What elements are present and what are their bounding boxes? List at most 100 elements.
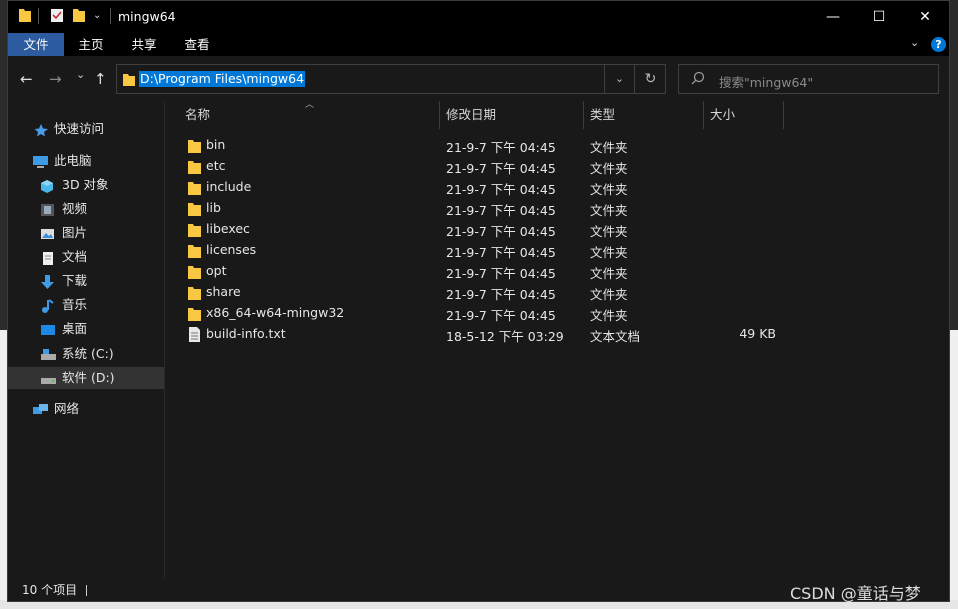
navigation-pane: 快速访问 此电脑 3D 对象 视频 图片 文档 下载 音乐 桌面 系统 (C:)… xyxy=(8,101,164,579)
sidebar-item-label: 音乐 xyxy=(62,297,88,312)
ribbon-tabs: 文件 主页 共享 查看 ⌄ ? xyxy=(8,33,949,56)
address-dropdown-icon[interactable]: ⌄ xyxy=(604,65,634,93)
sidebar-item-desktop[interactable]: 桌面 xyxy=(8,318,164,340)
video-icon xyxy=(40,202,55,216)
sidebar-item-music[interactable]: 音乐 xyxy=(8,294,164,316)
explorer-window: ⌄ mingw64 — ☐ ✕ 文件 主页 共享 查看 ⌄ ? ← → ⌄ ↑ … xyxy=(7,0,950,602)
folder-icon xyxy=(188,264,201,279)
sidebar-item-pictures[interactable]: 图片 xyxy=(8,222,164,244)
sidebar-item-drive-c[interactable]: 系统 (C:) xyxy=(8,343,164,365)
sidebar-item-drive-d[interactable]: 软件 (D:) xyxy=(8,367,164,389)
table-row[interactable]: share 21-9-7 下午 04:45 文件夹 xyxy=(184,282,784,303)
toolbar-divider xyxy=(38,8,39,24)
properties-icon[interactable] xyxy=(50,7,64,27)
folder-icon xyxy=(188,201,201,216)
column-header-size[interactable]: 大小 xyxy=(710,101,783,129)
sidebar-item-documents[interactable]: 文档 xyxy=(8,246,164,268)
up-icon[interactable]: ↑ xyxy=(94,70,107,88)
drive-icon xyxy=(40,371,56,385)
computer-icon xyxy=(32,154,48,168)
sidebar-item-label: 此电脑 xyxy=(54,153,92,168)
tab-share[interactable]: 共享 xyxy=(118,33,170,56)
sidebar-item-label: 下载 xyxy=(62,273,88,288)
folder-icon xyxy=(188,222,201,237)
table-row[interactable]: libexec 21-9-7 下午 04:45 文件夹 xyxy=(184,219,784,240)
folder-icon xyxy=(188,285,201,300)
folder-icon xyxy=(188,138,201,153)
column-divider[interactable] xyxy=(783,101,784,129)
sidebar-item-label: 快速访问 xyxy=(54,121,105,136)
table-row[interactable]: bin 21-9-7 下午 04:45 文件夹 xyxy=(184,135,784,156)
sidebar-item-this-pc[interactable]: 此电脑 xyxy=(8,150,164,172)
sidebar-item-label: 文档 xyxy=(62,249,88,264)
star-icon xyxy=(34,122,49,137)
download-icon xyxy=(40,274,55,289)
window-title: mingw64 xyxy=(118,9,176,24)
document-icon xyxy=(40,250,55,265)
item-count: 10 个项目 xyxy=(22,583,78,597)
table-row[interactable]: licenses 21-9-7 下午 04:45 文件夹 xyxy=(184,240,784,261)
navigation-bar: ← → ⌄ ↑ D:\Program Files\mingw64 ⌄ ↻ 搜索"… xyxy=(8,56,949,101)
sidebar-item-label: 视频 xyxy=(62,201,88,216)
watermark: CSDN @童话与梦 xyxy=(790,584,921,603)
table-row[interactable]: x86_64-w64-mingw32 21-9-7 下午 04:45 文件夹 xyxy=(184,303,784,324)
close-button[interactable]: ✕ xyxy=(902,1,948,33)
maximize-button[interactable]: ☐ xyxy=(856,1,902,33)
minimize-button[interactable]: — xyxy=(810,1,856,33)
search-icon xyxy=(691,71,705,89)
desktop-icon xyxy=(40,322,55,336)
sidebar-item-label: 网络 xyxy=(54,401,80,416)
network-icon xyxy=(32,402,48,416)
folder-icon xyxy=(188,159,201,174)
search-placeholder[interactable]: 搜索"mingw64" xyxy=(719,72,813,91)
customize-toolbar-icon[interactable]: ⌄ xyxy=(93,10,101,21)
folder-icon xyxy=(188,306,201,321)
help-icon[interactable]: ? xyxy=(931,37,946,52)
column-header-modified[interactable]: 修改日期 xyxy=(446,101,583,129)
recent-locations-icon[interactable]: ⌄ xyxy=(76,68,85,81)
search-box[interactable]: 搜索"mingw64" xyxy=(678,64,939,94)
table-row[interactable]: etc 21-9-7 下午 04:45 文件夹 xyxy=(184,156,784,177)
cube-icon xyxy=(40,178,55,193)
file-list: ︿ 名称 修改日期 类型 大小 bin 21-9-7 下午 04:45 文件夹 … xyxy=(165,100,949,579)
folder-icon xyxy=(122,72,136,91)
expand-ribbon-icon[interactable]: ⌄ xyxy=(910,36,919,49)
tab-file[interactable]: 文件 xyxy=(8,33,64,56)
new-folder-icon[interactable] xyxy=(72,7,86,27)
tab-view[interactable]: 查看 xyxy=(172,33,222,56)
sidebar-item-downloads[interactable]: 下载 xyxy=(8,270,164,292)
back-icon[interactable]: ← xyxy=(20,70,33,88)
text-file-icon xyxy=(188,327,201,342)
sidebar-item-label: 系统 (C:) xyxy=(62,346,114,361)
table-row[interactable]: build-info.txt 18-5-12 下午 03:29 文本文档 49 … xyxy=(184,324,784,345)
address-path[interactable]: D:\Program Files\mingw64 xyxy=(139,71,306,87)
sidebar-item-label: 3D 对象 xyxy=(62,177,109,192)
sidebar-item-label: 图片 xyxy=(62,225,88,240)
sidebar-item-quick-access[interactable]: 快速访问 xyxy=(8,118,164,140)
sidebar-item-label: 软件 (D:) xyxy=(62,370,115,385)
folder-icon xyxy=(188,243,201,258)
column-divider[interactable] xyxy=(703,101,704,129)
column-header-name[interactable]: 名称 xyxy=(185,101,439,129)
table-row[interactable]: lib 21-9-7 下午 04:45 文件夹 xyxy=(184,198,784,219)
sidebar-item-3d-objects[interactable]: 3D 对象 xyxy=(8,174,164,196)
sidebar-item-network[interactable]: 网络 xyxy=(8,398,164,420)
status-divider xyxy=(86,585,87,596)
table-row[interactable]: include 21-9-7 下午 04:45 文件夹 xyxy=(184,177,784,198)
folder-icon xyxy=(18,7,32,27)
tab-home[interactable]: 主页 xyxy=(66,33,116,56)
drive-icon xyxy=(40,347,56,361)
forward-icon[interactable]: → xyxy=(49,70,62,88)
column-divider[interactable] xyxy=(439,101,440,129)
column-header-type[interactable]: 类型 xyxy=(590,101,703,129)
toolbar-divider xyxy=(110,8,111,24)
column-divider[interactable] xyxy=(583,101,584,129)
refresh-icon[interactable]: ↻ xyxy=(634,65,666,93)
folder-icon xyxy=(188,180,201,195)
music-icon xyxy=(40,298,55,313)
title-bar: ⌄ mingw64 — ☐ ✕ xyxy=(8,1,949,33)
table-row[interactable]: opt 21-9-7 下午 04:45 文件夹 xyxy=(184,261,784,282)
sidebar-item-label: 桌面 xyxy=(62,321,88,336)
sidebar-item-videos[interactable]: 视频 xyxy=(8,198,164,220)
address-bar[interactable]: D:\Program Files\mingw64 ⌄ ↻ xyxy=(116,64,666,94)
